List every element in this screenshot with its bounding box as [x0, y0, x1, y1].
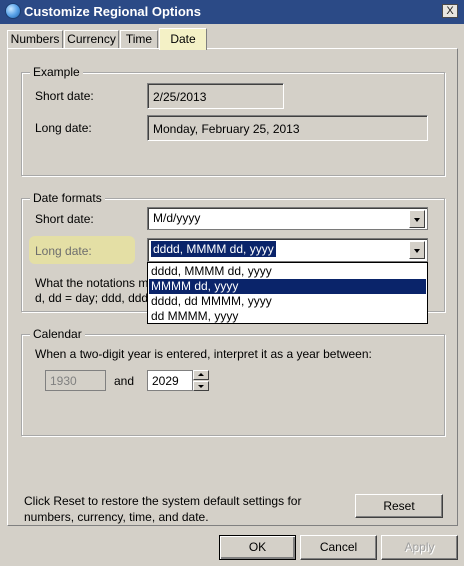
cancel-button[interactable]: Cancel [300, 535, 377, 560]
two-digit-year-to-input[interactable]: 2029 [147, 370, 193, 391]
reset-text-line1: Click Reset to restore the system defaul… [24, 494, 302, 508]
long-date-dropdown-button[interactable] [409, 241, 425, 259]
chevron-down-icon [414, 218, 420, 222]
short-date-format-combo[interactable]: M/d/yyyy [147, 207, 428, 230]
dropdown-option[interactable]: dd MMMM, yyyy [149, 309, 426, 324]
short-date-format-label: Short date: [35, 212, 94, 226]
tab-numbers[interactable]: Numbers [7, 30, 63, 48]
long-date-format-value: dddd, MMMM dd, yyyy [151, 241, 276, 257]
date-formats-legend: Date formats [30, 191, 105, 205]
two-digit-year-from: 1930 [45, 370, 106, 391]
close-button[interactable]: X [442, 4, 458, 18]
notation-text-line1: What the notations m [35, 276, 149, 290]
and-label: and [114, 374, 135, 388]
year-spinner[interactable] [193, 370, 209, 391]
window-title: Customize Regional Options [24, 4, 201, 19]
tab-date[interactable]: Date [159, 28, 207, 50]
spin-down-button[interactable] [193, 381, 209, 391]
title-bar: Customize Regional Options X [0, 0, 464, 24]
spin-up-button[interactable] [193, 370, 209, 380]
ok-button[interactable]: OK [219, 535, 296, 560]
reset-button[interactable]: Reset [355, 494, 443, 518]
tab-time[interactable]: Time [120, 30, 158, 48]
example-long-date-label: Long date: [35, 121, 92, 135]
dropdown-option[interactable]: dddd, dd MMMM, yyyy [149, 294, 426, 309]
dropdown-option-selected[interactable]: MMMM dd, yyyy [149, 279, 426, 294]
long-date-dropdown-list: dddd, MMMM dd, yyyy MMMM dd, yyyy dddd, … [147, 262, 428, 324]
globe-icon [5, 3, 21, 19]
long-date-format-combo[interactable]: dddd, MMMM dd, yyyy [147, 238, 428, 262]
tab-currency[interactable]: Currency [64, 30, 119, 48]
dropdown-option[interactable]: dddd, MMMM dd, yyyy [149, 264, 426, 279]
example-short-date-label: Short date: [35, 89, 94, 103]
two-digit-year-instruction: When a two-digit year is entered, interp… [35, 347, 372, 361]
short-date-format-value: M/d/yyyy [153, 211, 201, 225]
short-date-dropdown-button[interactable] [409, 210, 425, 228]
long-date-format-label: Long date: [35, 244, 92, 258]
chevron-up-icon [198, 373, 204, 376]
example-short-date-value: 2/25/2013 [147, 83, 284, 109]
example-legend: Example [30, 65, 83, 79]
notation-text-line2: d, dd = day; ddd, ddd [35, 291, 149, 305]
apply-button: Apply [381, 535, 458, 560]
calendar-legend: Calendar [30, 327, 85, 341]
chevron-down-icon [414, 249, 420, 253]
chevron-down-icon [198, 385, 204, 388]
reset-text-line2: numbers, currency, time, and date. [24, 510, 209, 524]
example-long-date-value: Monday, February 25, 2013 [147, 115, 428, 141]
